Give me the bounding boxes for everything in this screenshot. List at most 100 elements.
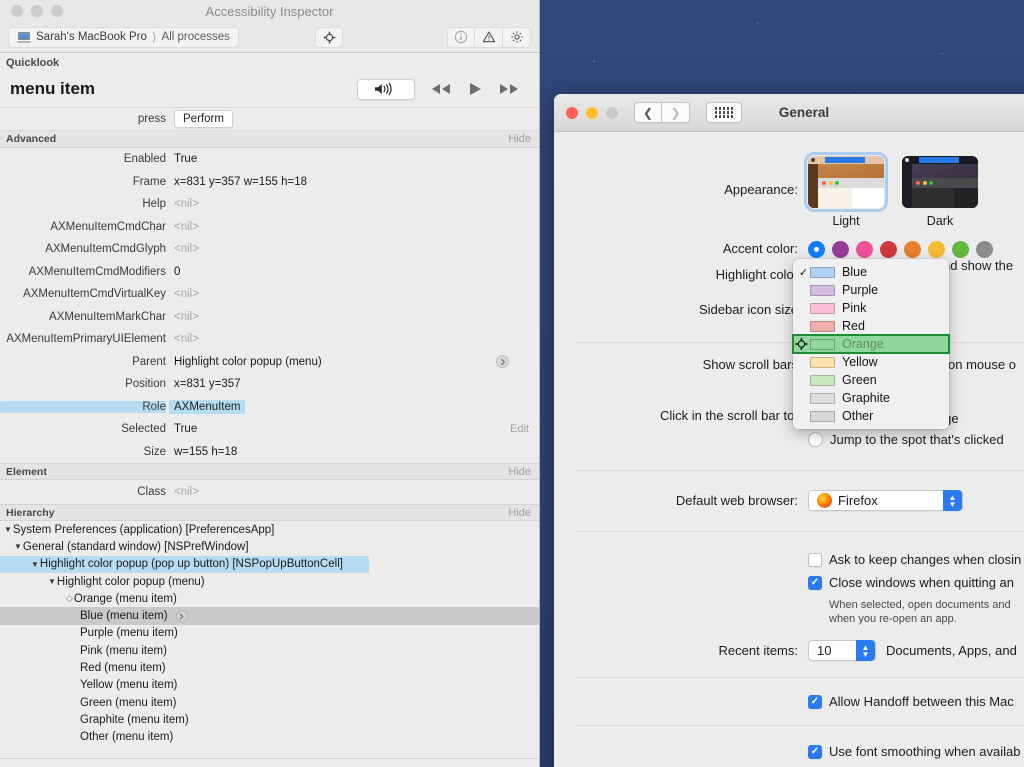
accent-swatch-graphite[interactable]: [976, 241, 993, 258]
menu-item-red[interactable]: Red: [793, 317, 949, 335]
property-value: <nil>: [174, 288, 199, 301]
checkbox-font-smoothing[interactable]: Use font smoothing when availab: [808, 742, 1024, 761]
property-value: <nil>: [174, 486, 199, 498]
tree-row[interactable]: ▼ System Preferences (application) [Pref…: [0, 521, 539, 538]
tree-row[interactable]: Purple (menu item): [0, 625, 539, 642]
inspection-info-button[interactable]: [447, 26, 475, 48]
close-button[interactable]: [11, 5, 23, 17]
accent-swatch-orange[interactable]: [904, 241, 921, 258]
appearance-option-dark[interactable]: Dark: [902, 156, 978, 228]
checkbox[interactable]: [808, 576, 822, 590]
appearance-option-light[interactable]: Light: [804, 152, 888, 228]
tree-row[interactable]: ▼ General (standard window) [NSPrefWindo…: [0, 538, 539, 555]
menu-item-label: Yellow: [842, 355, 878, 369]
sysprefs-traffic-lights: [566, 106, 618, 119]
play-navigation-button[interactable]: [467, 81, 483, 97]
previous-element-button[interactable]: [429, 82, 453, 96]
settings-button[interactable]: [503, 26, 531, 48]
menu-item-green[interactable]: Green: [793, 371, 949, 389]
menu-item-label: Pink: [842, 301, 867, 315]
back-button[interactable]: ❮: [634, 102, 662, 123]
disclosure-triangle-icon[interactable]: ▼: [14, 542, 22, 551]
tree-row[interactable]: Green (menu item): [0, 694, 539, 711]
minimize-button[interactable]: [586, 106, 598, 119]
tree-row[interactable]: ◇ Orange (menu item): [0, 590, 539, 607]
element-hide-button[interactable]: Hide: [508, 466, 531, 478]
navigate-to-parent-icon[interactable]: [496, 355, 509, 369]
tree-row-label: Orange (menu item): [73, 592, 177, 605]
forward-button[interactable]: ❯: [662, 102, 690, 123]
recent-items-row: Recent items: 10 ▲ ▼ Documents, Apps, and: [554, 640, 1024, 661]
property-row-role: Role AXMenuItem: [0, 396, 539, 419]
breadcrumb[interactable]: Sarah's MacBook Pro ⟩ All processes: [8, 26, 239, 48]
inspector-toolbar: Sarah's MacBook Pro ⟩ All processes: [0, 22, 539, 53]
checkbox[interactable]: [808, 553, 822, 567]
menu-item-graphite[interactable]: Graphite: [793, 389, 949, 407]
hierarchy-hide-button[interactable]: Hide: [508, 507, 531, 519]
element-section-title: Element: [6, 465, 47, 478]
tree-row[interactable]: Red (menu item): [0, 659, 539, 676]
speak-button[interactable]: [357, 78, 415, 100]
tree-row[interactable]: Yellow (menu item): [0, 677, 539, 694]
tree-row-highlighted[interactable]: Blue (menu item): [0, 607, 539, 625]
tree-row-selected[interactable]: ▼ Highlight color popup (pop up button) …: [0, 555, 369, 573]
navigate-to-element-icon[interactable]: [175, 610, 188, 623]
default-browser-popup[interactable]: Firefox ▲ ▼: [808, 490, 963, 511]
zoom-button[interactable]: [606, 106, 618, 119]
target-picker-button[interactable]: [315, 26, 343, 48]
advanced-hide-button[interactable]: Hide: [508, 133, 531, 145]
disclosure-triangle-icon[interactable]: ▼: [31, 560, 39, 569]
property-value: <nil>: [174, 198, 199, 211]
tree-row[interactable]: Graphite (menu item): [0, 711, 539, 728]
menu-item-orange[interactable]: Orange: [792, 334, 950, 354]
property-row: AXMenuItemCmdVirtualKey <nil>: [0, 283, 539, 306]
audit-warning-button[interactable]: [475, 26, 503, 48]
menu-item-other[interactable]: Other: [793, 407, 949, 425]
radio-jump-to-spot[interactable]: Jump to the spot that's clicked: [808, 429, 1024, 450]
color-swatch: [810, 320, 835, 332]
property-value: Highlight color popup (menu): [174, 355, 322, 368]
checkbox[interactable]: [808, 695, 822, 709]
menu-item-label: Red: [842, 319, 865, 333]
radio-button[interactable]: [808, 432, 823, 447]
menu-item-pink[interactable]: Pink: [793, 299, 949, 317]
property-value: <nil>: [174, 243, 199, 256]
color-swatch: [810, 374, 835, 386]
target-crosshair-icon: [323, 31, 336, 44]
menu-item-yellow[interactable]: Yellow: [793, 353, 949, 371]
accent-swatch-red[interactable]: [880, 241, 897, 258]
tree-row[interactable]: Pink (menu item): [0, 642, 539, 659]
checkbox-allow-handoff[interactable]: Allow Handoff between this Mac: [808, 692, 1024, 711]
zoom-button[interactable]: [51, 5, 63, 17]
diamond-marker-icon: ◇: [66, 593, 73, 604]
appearance-thumbnail-light[interactable]: [804, 152, 888, 212]
checkbox[interactable]: [808, 745, 822, 759]
property-value: <nil>: [174, 310, 199, 323]
next-element-button[interactable]: [497, 82, 521, 96]
disclosure-triangle-icon[interactable]: ▼: [48, 577, 56, 586]
menu-item-purple[interactable]: Purple: [793, 281, 949, 299]
menu-item-blue[interactable]: ✓ Blue: [793, 263, 949, 281]
accent-swatch-green[interactable]: [952, 241, 969, 258]
minimize-button[interactable]: [31, 5, 43, 17]
appearance-thumbnail-dark[interactable]: [902, 156, 978, 208]
recent-items-popup[interactable]: 10 ▲ ▼: [808, 640, 876, 661]
checkbox-close-windows[interactable]: Close windows when quitting an: [808, 573, 1024, 592]
tree-row[interactable]: Other (menu item): [0, 729, 539, 746]
accent-swatch-purple[interactable]: [832, 241, 849, 258]
show-all-button[interactable]: [706, 102, 742, 123]
checkbox-ask-keep-changes[interactable]: Ask to keep changes when closin: [808, 550, 1024, 569]
info-circle-icon: [454, 30, 468, 44]
highlight-color-dropdown-menu[interactable]: ✓ Blue Purple Pink Red Orange Yellow Gre…: [792, 259, 950, 429]
tree-row[interactable]: ▼ Highlight color popup (menu): [0, 573, 539, 590]
close-button[interactable]: [566, 106, 578, 119]
disclosure-triangle-icon[interactable]: ▼: [4, 525, 12, 534]
accent-swatch-yellow[interactable]: [928, 241, 945, 258]
accent-swatch-pink[interactable]: [856, 241, 873, 258]
checkbox-label: Close windows when quitting an: [829, 575, 1014, 590]
edit-button[interactable]: Edit: [510, 423, 529, 435]
perform-button[interactable]: Perform: [174, 110, 233, 128]
chevron-left-icon: ❮: [642, 105, 654, 120]
accent-swatch-blue[interactable]: [808, 241, 825, 258]
hierarchy-tree: ▼ System Preferences (application) [Pref…: [0, 521, 539, 746]
